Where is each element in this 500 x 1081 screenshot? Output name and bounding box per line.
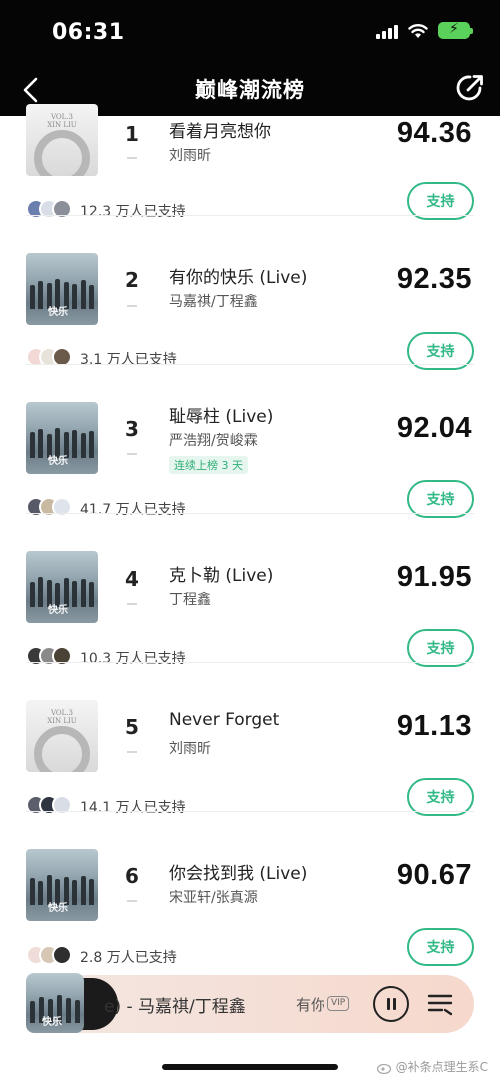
album-cover: 快乐	[26, 253, 98, 325]
now-playing-text[interactable]: e) - 马嘉祺/丁程鑫	[104, 992, 246, 1017]
heat-score: 91.95	[396, 561, 472, 593]
artist-name[interactable]: 刘雨昕	[169, 738, 211, 758]
vip-badge: VIP	[327, 996, 350, 1011]
artist-name[interactable]: 马嘉祺/丁程鑫	[169, 291, 258, 311]
artist-name[interactable]: 刘雨昕	[169, 145, 211, 165]
streak-badge: 连续上榜 3 天	[169, 456, 248, 474]
watermark-text: @补条点理生系C	[395, 1060, 488, 1074]
status-icons: ⚡	[376, 21, 473, 39]
cellular-signal-icon	[376, 23, 398, 39]
rank-change-indicator	[127, 900, 137, 902]
rank-change-indicator	[127, 305, 137, 307]
supporter-count: 2.8 万人已支持	[80, 950, 177, 966]
artist-name[interactable]: 严浩翔/贺峻霖	[169, 430, 258, 450]
supporter-avatars	[26, 945, 72, 965]
rank-number: 6	[125, 864, 139, 888]
now-playing-cover[interactable]: 快乐	[26, 973, 84, 1033]
artist-name[interactable]: 丁程鑫	[169, 589, 211, 609]
rank-change-indicator	[127, 751, 137, 753]
album-cover: 快乐	[26, 849, 98, 921]
heat-score: 92.35	[396, 263, 472, 295]
next-track-text: 有你	[296, 996, 324, 1014]
chart-row-3[interactable]: 快乐 3 耻辱柱 (Live) 严浩翔/贺峻霖 连续上榜 3 天 92.04 4…	[0, 365, 500, 518]
weibo-logo-icon	[376, 1063, 391, 1074]
album-cover: VOL.3 XIN LIU	[26, 700, 98, 772]
rank-number: 2	[125, 268, 139, 292]
chart-row-6[interactable]: 快乐 6 你会找到我 (Live) 宋亚轩/张真源 90.67 2.8 万人已支…	[0, 812, 500, 966]
chart-row-4[interactable]: 快乐 4 克卜勒 (Live) 丁程鑫 91.95 10.3 万人已支持 支持	[0, 514, 500, 667]
album-cover: 快乐	[26, 402, 98, 474]
watermark: @补条点理生系C	[376, 1058, 488, 1075]
battery-charging-icon: ⚡	[438, 21, 473, 39]
song-title[interactable]: Never Forget	[169, 710, 279, 730]
status-time: 06:31	[52, 20, 125, 45]
song-title[interactable]: 看着月亮想你	[169, 117, 271, 142]
rank-number: 5	[125, 715, 139, 739]
song-title[interactable]: 耻辱柱 (Live)	[169, 402, 273, 427]
artist-name[interactable]: 宋亚轩/张真源	[169, 887, 258, 907]
chart-row-2[interactable]: 快乐 2 有你的快乐 (Live) 马嘉祺/丁程鑫 92.35 3.1 万人已支…	[0, 216, 500, 370]
heat-score: 92.04	[396, 412, 472, 444]
rank-change-indicator	[127, 157, 137, 159]
rank-number: 3	[125, 417, 139, 441]
song-title[interactable]: 有你的快乐 (Live)	[169, 263, 307, 288]
heat-score: 90.67	[396, 859, 472, 891]
mini-player[interactable]: 快乐 e) - 马嘉祺/丁程鑫 有你 VIP	[26, 973, 474, 1033]
pause-button[interactable]	[373, 986, 409, 1022]
song-title[interactable]: 克卜勒 (Live)	[169, 561, 273, 586]
album-cover: 快乐	[26, 551, 98, 623]
album-cover: VOL.3 XIN LIU	[26, 104, 98, 176]
wifi-icon	[408, 23, 428, 38]
playlist-button[interactable]	[426, 990, 454, 1018]
rank-number: 1	[125, 122, 139, 146]
heat-score: 94.36	[396, 117, 472, 149]
home-indicator	[162, 1064, 338, 1070]
support-button[interactable]: 支持	[407, 928, 474, 966]
heat-score: 91.13	[396, 710, 472, 742]
rank-change-indicator	[127, 603, 137, 605]
song-title[interactable]: 你会找到我 (Live)	[169, 859, 307, 884]
rank-change-indicator	[127, 453, 137, 455]
rank-number: 4	[125, 567, 139, 591]
chart-row-1[interactable]: VOL.3 XIN LIU 1 看着月亮想你 刘雨昕 94.36 12.3 万人已…	[0, 67, 500, 220]
chart-row-5[interactable]: VOL.3 XIN LIU 5 Never Forget 刘雨昕 91.13 14…	[0, 663, 500, 816]
